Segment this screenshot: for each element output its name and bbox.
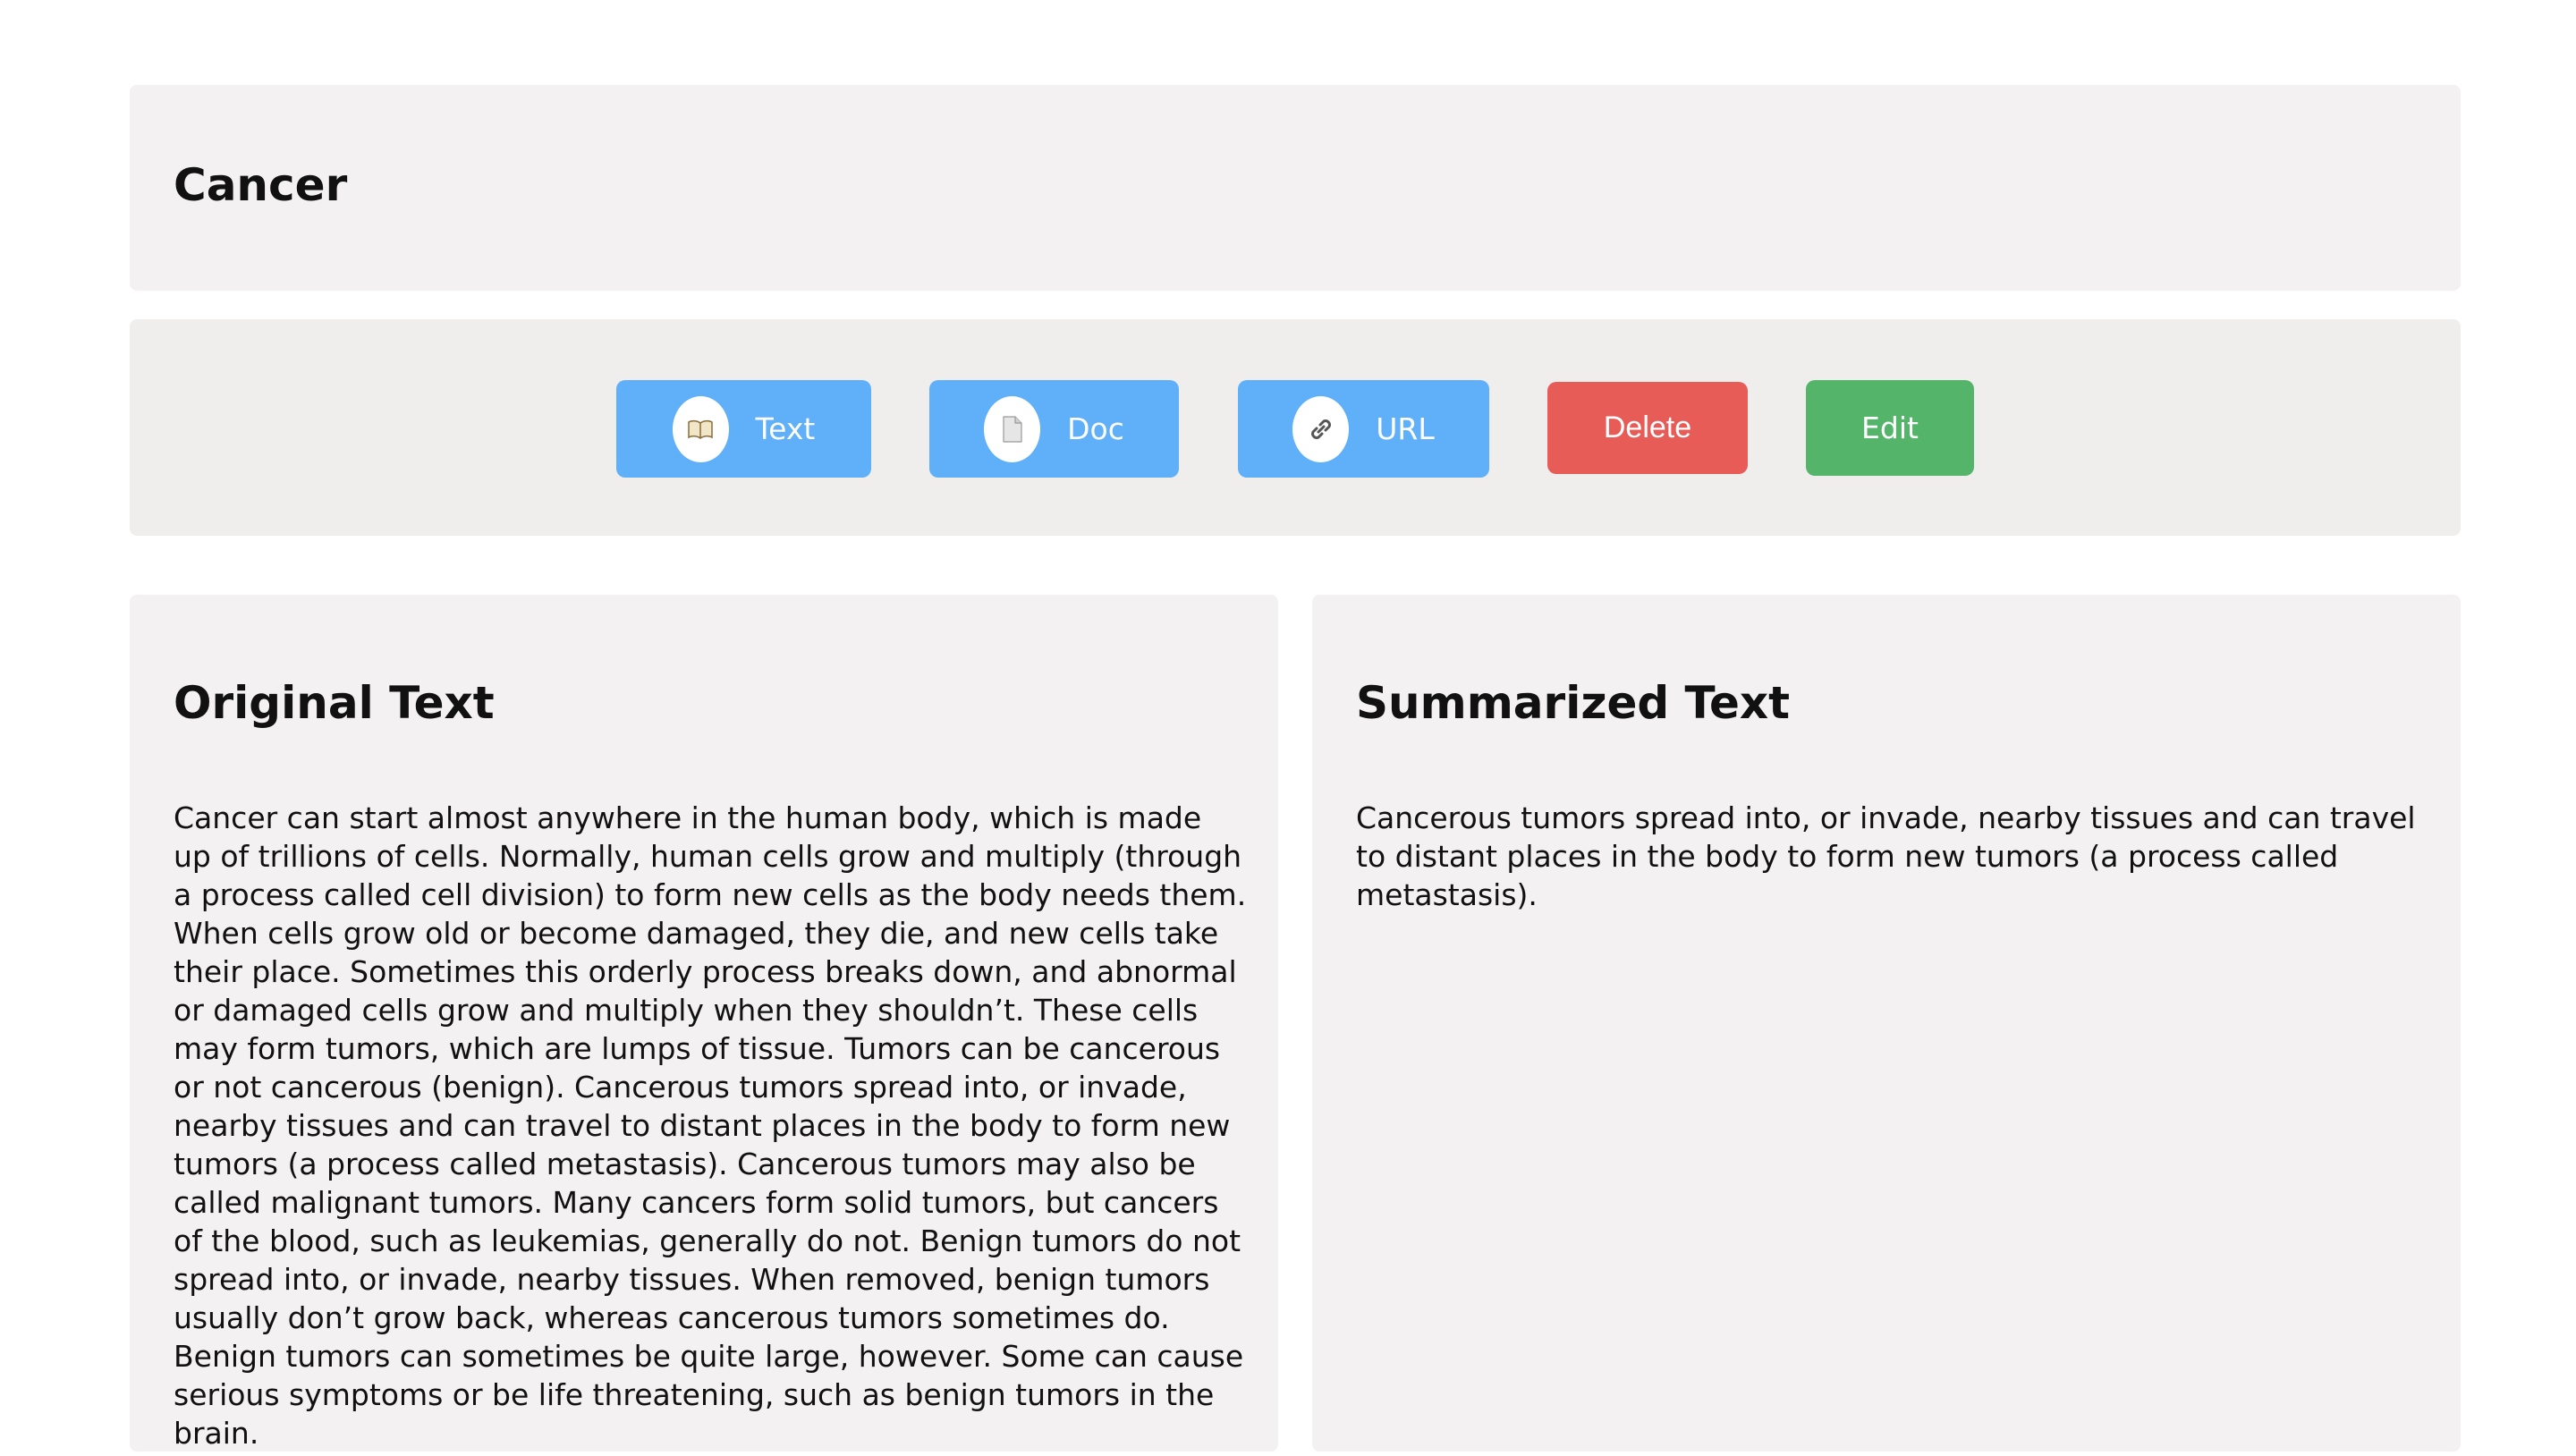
text-button-label: Text [755, 411, 816, 446]
summarized-text-title: Summarized Text [1356, 677, 1791, 729]
summarized-text-panel: Summarized Text Cancerous tumors spread … [1312, 595, 2461, 1452]
url-button-label: URL [1376, 411, 1435, 446]
header-card: Cancer [130, 85, 2461, 291]
original-text-panel: Original Text Cancer can start almost an… [130, 595, 1278, 1452]
edit-button-label: Edit [1861, 411, 1919, 445]
page-title: Cancer [174, 159, 348, 211]
original-text-body: Cancer can start almost anywhere in the … [174, 800, 1247, 1451]
link-icon [1292, 395, 1350, 462]
text-button[interactable]: Text [616, 380, 871, 478]
delete-button[interactable]: Delete [1547, 382, 1748, 474]
edit-button[interactable]: Edit [1806, 380, 1974, 476]
url-button[interactable]: URL [1238, 380, 1489, 478]
doc-button-label: Doc [1067, 411, 1124, 446]
summarized-text-body: Cancerous tumors spread into, or invade,… [1356, 800, 2416, 912]
document-icon [984, 395, 1041, 462]
book-icon [672, 395, 729, 462]
delete-button-label: Delete [1603, 411, 1692, 444]
original-text-title: Original Text [174, 677, 495, 729]
doc-button[interactable]: Doc [929, 380, 1179, 478]
